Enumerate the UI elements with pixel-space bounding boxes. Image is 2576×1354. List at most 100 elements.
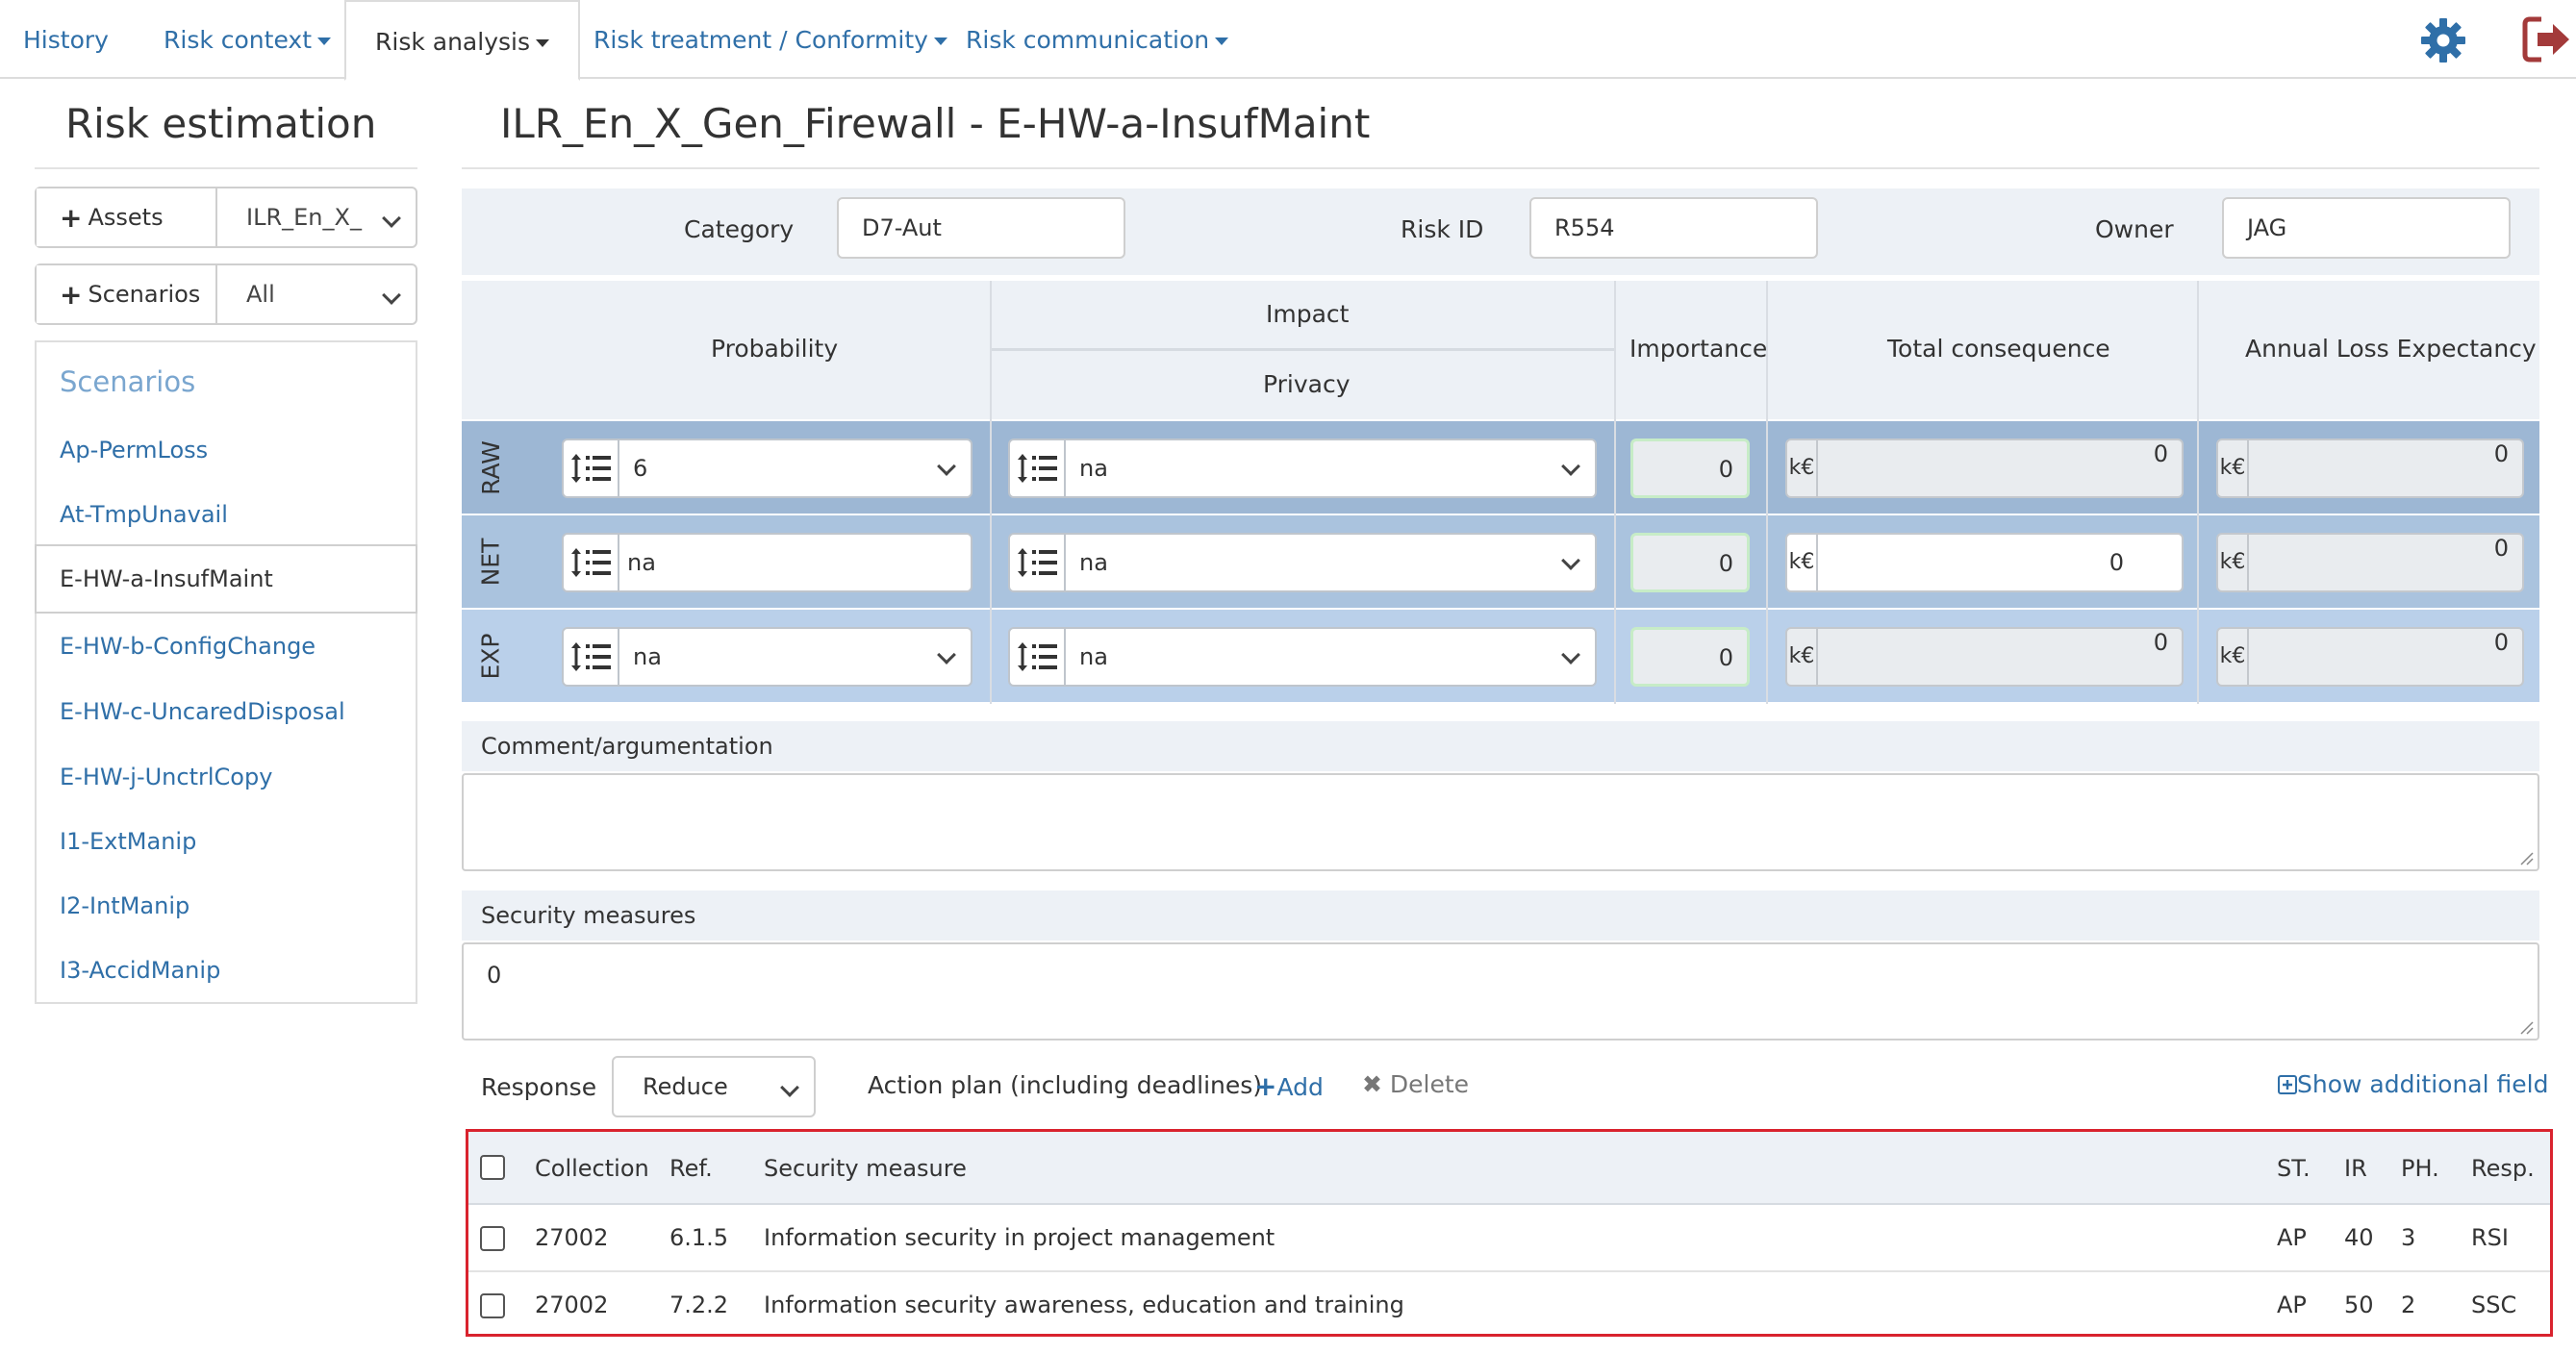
probability-select-exp[interactable]: na — [562, 627, 972, 687]
risk-id-field[interactable]: R554 — [1529, 197, 1818, 259]
scale-list-icon[interactable] — [562, 533, 619, 592]
button-label: Delete — [1389, 1070, 1470, 1098]
chevron-down-icon — [1561, 457, 1580, 476]
logout-icon[interactable] — [2522, 15, 2572, 63]
chevron-down-icon — [780, 1078, 799, 1097]
column-separator — [1614, 281, 1616, 704]
row-checkbox[interactable] — [480, 1226, 505, 1251]
tab-risk-communication[interactable]: Risk communication — [966, 0, 1229, 79]
action-plan-label: Action plan (including deadlines) — [868, 1071, 1263, 1099]
select-all-checkbox[interactable] — [480, 1155, 505, 1180]
scenario-item[interactable]: Ap-PermLoss — [60, 437, 208, 464]
risk-id-label: Risk ID — [1401, 215, 1484, 243]
comment-textarea[interactable] — [462, 773, 2539, 871]
category-label: Category — [684, 215, 795, 243]
row-label-text: EXP — [476, 633, 505, 679]
scale-list-icon[interactable] — [562, 439, 619, 498]
owner-field[interactable]: JAG — [2222, 197, 2511, 259]
probability-select-raw[interactable]: 6 — [562, 439, 972, 498]
scenario-item[interactable]: I1-ExtManip — [60, 828, 196, 855]
scenario-item[interactable]: E-HW-b-ConfigChange — [60, 633, 316, 660]
resize-grip-icon[interactable] — [2518, 850, 2534, 865]
scenario-item[interactable]: E-HW-j-UnctrlCopy — [60, 764, 272, 790]
select-value: na — [633, 643, 662, 670]
row-checkbox[interactable] — [480, 1293, 505, 1318]
column-header: Security measure — [764, 1155, 967, 1182]
tab-risk-treatment[interactable]: Risk treatment / Conformity — [593, 0, 947, 79]
probability-value[interactable]: 6 — [619, 439, 972, 498]
button-label: Assets — [88, 204, 164, 231]
scenario-item[interactable]: At-TmpUnavail — [60, 501, 228, 528]
add-scenarios-button[interactable]: + Scenarios — [37, 265, 217, 323]
sidebar-title: Risk estimation — [65, 100, 377, 147]
consequence-field-net[interactable]: k€ 0 — [1785, 533, 2184, 592]
phase-cell: 3 — [2401, 1224, 2416, 1251]
privacy-header: Privacy — [1263, 370, 1351, 398]
column-separator — [2197, 281, 2199, 704]
privacy-value[interactable]: na — [1066, 533, 1597, 592]
ir-cell: 40 — [2344, 1224, 2374, 1251]
page-title: ILR_En_X_Gen_Firewall - E-HW-a-InsufMain… — [500, 100, 1371, 147]
response-select[interactable]: Reduce — [612, 1056, 816, 1117]
scenario-list-heading: Scenarios — [60, 365, 196, 398]
gear-icon[interactable] — [2420, 17, 2466, 63]
security-measures-textarea[interactable]: 0 — [462, 942, 2539, 1041]
chevron-down-icon — [382, 286, 401, 305]
scale-list-icon[interactable] — [1008, 533, 1066, 592]
select-value: 6 — [633, 455, 648, 482]
scale-list-icon[interactable] — [1008, 627, 1066, 687]
consequence-value[interactable]: 0 — [1818, 533, 2184, 592]
column-header: ST. — [2277, 1155, 2311, 1182]
scale-list-icon[interactable] — [562, 627, 619, 687]
link-label: Show additional field — [2297, 1070, 2549, 1098]
collection-cell: 27002 — [535, 1291, 609, 1318]
chevron-down-icon — [1561, 551, 1580, 570]
scenario-item-active[interactable]: E-HW-a-InsufMaint — [35, 544, 417, 614]
privacy-select-exp[interactable]: na — [1008, 627, 1597, 687]
total-consequence-header: Total consequence — [1887, 335, 2110, 363]
table-row[interactable]: 27002 7.2.2 Information security awarene… — [468, 1274, 2550, 1341]
show-additional-field-link[interactable]: Show additional field — [2278, 1070, 2548, 1098]
consequence-field-exp: k€ 0 — [1785, 627, 2184, 687]
probability-input-net[interactable]: na — [562, 533, 972, 592]
add-assets-button[interactable]: + Assets — [37, 188, 217, 246]
scenario-item[interactable]: I3-AccidManip — [60, 957, 220, 984]
privacy-value[interactable]: na — [1066, 627, 1597, 687]
scenario-item[interactable]: I2-IntManip — [60, 892, 189, 919]
probability-value[interactable]: na — [619, 627, 972, 687]
impact-divider — [991, 348, 1614, 351]
assets-select-value: ILR_En_X_ — [246, 204, 362, 231]
tab-label: History — [23, 26, 109, 54]
button-label: Scenarios — [88, 281, 201, 308]
tab-risk-analysis[interactable]: Risk analysis — [344, 0, 580, 81]
category-field[interactable]: D7-Aut — [837, 197, 1125, 259]
scale-list-icon[interactable] — [1008, 439, 1066, 498]
impact-header: Impact — [1266, 300, 1350, 328]
table-row[interactable]: 27002 6.1.5 Information security in proj… — [468, 1205, 2550, 1272]
ale-field-net: k€ 0 — [2216, 533, 2524, 592]
resize-grip-icon[interactable] — [2518, 1019, 2534, 1035]
column-header: Ref. — [669, 1155, 713, 1182]
consequence-value: 0 — [1818, 439, 2184, 498]
assets-filter-group: + Assets ILR_En_X_ — [35, 187, 417, 248]
assets-select[interactable]: ILR_En_X_ — [217, 188, 416, 246]
probability-value[interactable]: na — [619, 533, 972, 592]
scenarios-select-value: All — [246, 281, 275, 308]
tab-history[interactable]: History — [23, 0, 109, 79]
chevron-down-icon — [382, 209, 401, 228]
scenarios-select[interactable]: All — [217, 265, 416, 323]
button-label: Add — [1276, 1073, 1324, 1101]
privacy-select-raw[interactable]: na — [1008, 439, 1597, 498]
tab-label: Risk analysis — [375, 28, 530, 56]
delete-action-button[interactable]: ✖ Delete — [1362, 1070, 1469, 1098]
row-label-net: NET — [462, 515, 519, 608]
input-value: na — [627, 549, 656, 576]
ref-cell: 6.1.5 — [669, 1224, 729, 1251]
tab-risk-context[interactable]: Risk context — [164, 0, 331, 79]
currency-addon: k€ — [1785, 533, 1818, 592]
privacy-select-net[interactable]: na — [1008, 533, 1597, 592]
scenario-item[interactable]: E-HW-c-UncaredDisposal — [60, 698, 345, 725]
privacy-value[interactable]: na — [1066, 439, 1597, 498]
phase-cell: 2 — [2401, 1291, 2416, 1318]
add-action-button[interactable]: +Add — [1254, 1070, 1324, 1102]
